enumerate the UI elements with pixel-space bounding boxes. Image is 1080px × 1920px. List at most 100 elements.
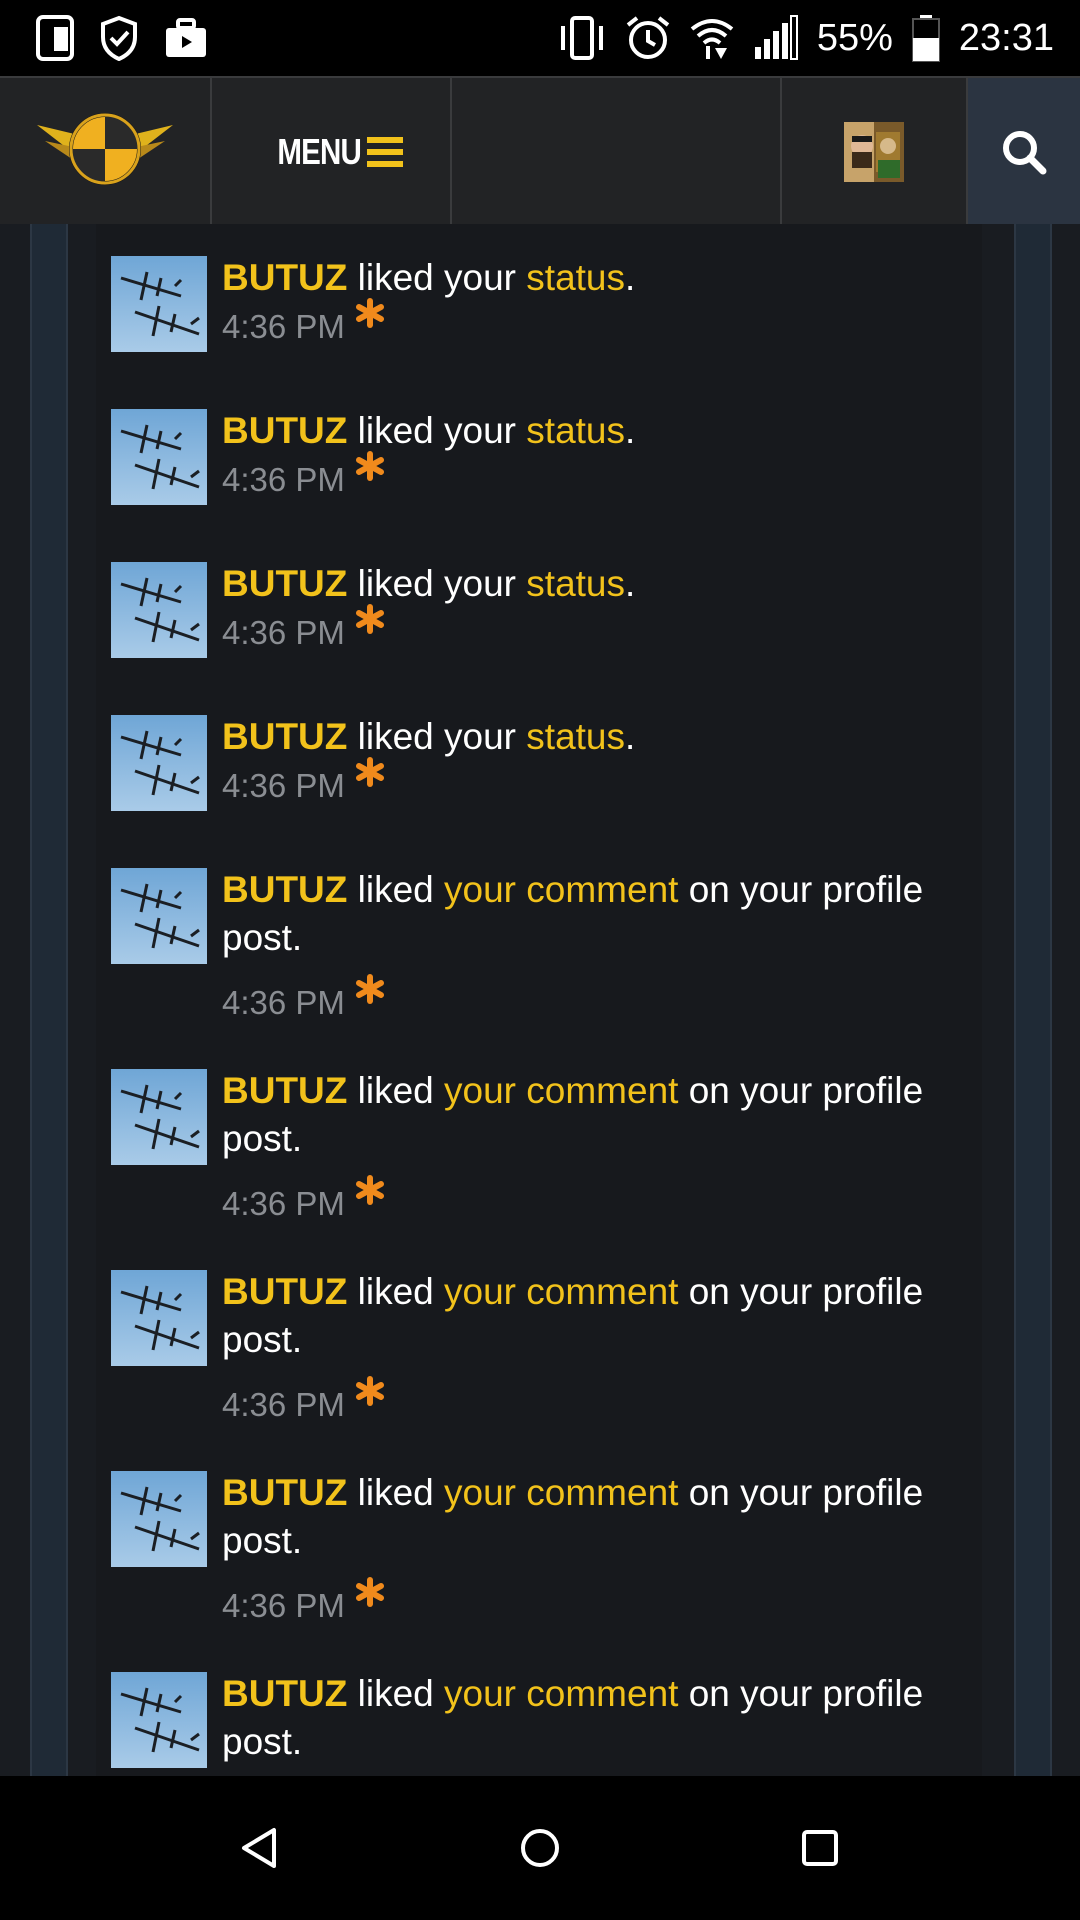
user-avatar[interactable] bbox=[111, 1471, 207, 1567]
notification-text: BUTUZ liked your status. bbox=[222, 560, 982, 608]
content-link[interactable]: status bbox=[526, 563, 625, 604]
suffix-text: . bbox=[625, 257, 636, 298]
battery-percent: 55% bbox=[816, 16, 893, 59]
notification-item[interactable]: BUTUZ liked your comment on your profile… bbox=[111, 850, 981, 1040]
prefix-text: your bbox=[444, 716, 527, 757]
timestamp: 4:36 PM bbox=[222, 461, 345, 498]
timestamp: 4:36 PM bbox=[222, 767, 345, 804]
shield-check-icon bbox=[100, 15, 138, 61]
action-text: liked bbox=[347, 716, 445, 757]
notification-text: BUTUZ liked your comment on your profile… bbox=[222, 1268, 982, 1364]
username-link[interactable]: BUTUZ bbox=[222, 1271, 347, 1312]
wifi-icon bbox=[689, 15, 735, 61]
notification-item[interactable]: BUTUZ liked your status. 4:36 PM bbox=[111, 238, 981, 378]
timestamp: 4:36 PM bbox=[222, 614, 345, 651]
timestamp: 4:36 PM bbox=[222, 308, 345, 345]
suffix-text: . bbox=[625, 716, 636, 757]
unread-star-icon bbox=[355, 1577, 385, 1607]
notification-text: BUTUZ liked your comment on your profile… bbox=[222, 1670, 982, 1766]
username-link[interactable]: BUTUZ bbox=[222, 716, 347, 757]
username-link[interactable]: BUTUZ bbox=[222, 257, 347, 298]
briefcase-icon bbox=[164, 17, 208, 59]
action-text: liked bbox=[347, 257, 445, 298]
notification-item[interactable]: BUTUZ liked your comment on your profile… bbox=[111, 1051, 981, 1241]
notification-text: BUTUZ liked your status. bbox=[222, 713, 982, 761]
unread-star-icon bbox=[355, 451, 385, 481]
user-avatar[interactable] bbox=[111, 1069, 207, 1165]
unread-star-icon bbox=[355, 1376, 385, 1406]
username-link[interactable]: BUTUZ bbox=[222, 1673, 347, 1714]
notification-text: BUTUZ liked your comment on your profile… bbox=[222, 866, 982, 962]
action-text: liked bbox=[347, 1271, 445, 1312]
left-rail bbox=[30, 224, 68, 1776]
notification-item[interactable]: BUTUZ liked your status. 4:36 PM bbox=[111, 544, 981, 684]
prefix-text: your bbox=[444, 563, 527, 604]
action-text: liked bbox=[347, 1472, 445, 1513]
content-link[interactable]: your comment bbox=[444, 1271, 678, 1312]
unread-star-icon bbox=[355, 757, 385, 787]
user-avatar[interactable] bbox=[111, 1270, 207, 1366]
notification-item[interactable]: BUTUZ liked your comment on your profile… bbox=[111, 1252, 981, 1442]
content-link[interactable]: status bbox=[526, 716, 625, 757]
username-link[interactable]: BUTUZ bbox=[222, 1070, 347, 1111]
user-avatar[interactable] bbox=[111, 868, 207, 964]
notification-text: BUTUZ liked your comment on your profile… bbox=[222, 1067, 982, 1163]
username-link[interactable]: BUTUZ bbox=[222, 563, 347, 604]
clock: 23:31 bbox=[958, 16, 1054, 59]
timestamp: 4:36 PM bbox=[222, 984, 345, 1021]
notification-text: BUTUZ liked your status. bbox=[222, 254, 982, 302]
header-spacer bbox=[452, 78, 782, 226]
unread-star-icon bbox=[355, 1175, 385, 1205]
site-logo[interactable] bbox=[0, 78, 212, 226]
content-link[interactable]: status bbox=[526, 257, 625, 298]
notification-item[interactable]: BUTUZ liked your status. 4:36 PM bbox=[111, 697, 981, 837]
suffix-text: . bbox=[625, 410, 636, 451]
action-text: liked bbox=[347, 1070, 445, 1111]
status-bar: 55% 23:31 bbox=[0, 0, 1080, 76]
username-link[interactable]: BUTUZ bbox=[222, 410, 347, 451]
unread-star-icon bbox=[355, 974, 385, 1004]
right-rail bbox=[1014, 224, 1052, 1776]
notification-list: BUTUZ liked your status. 4:36 PM BUTUZ li… bbox=[0, 224, 1080, 1776]
battery-icon bbox=[911, 14, 941, 62]
content-link[interactable]: your comment bbox=[444, 1472, 678, 1513]
signal-icon bbox=[753, 15, 799, 61]
home-icon[interactable] bbox=[510, 1818, 570, 1878]
unread-star-icon bbox=[355, 298, 385, 328]
search-button[interactable] bbox=[968, 78, 1080, 226]
alarm-icon bbox=[625, 15, 671, 61]
content-link[interactable]: your comment bbox=[444, 1673, 678, 1714]
timestamp: 4:36 PM bbox=[222, 1185, 345, 1222]
username-link[interactable]: BUTUZ bbox=[222, 869, 347, 910]
search-icon bbox=[1003, 131, 1047, 175]
prefix-text: your bbox=[444, 410, 527, 451]
notification-item[interactable]: BUTUZ liked your status. 4:36 PM bbox=[111, 391, 981, 531]
avatar[interactable] bbox=[782, 78, 968, 226]
user-avatar[interactable] bbox=[111, 409, 207, 505]
timestamp: 4:36 PM bbox=[222, 1587, 345, 1624]
notification-item[interactable]: BUTUZ liked your comment on your profile… bbox=[111, 1453, 981, 1643]
prefix-text: your bbox=[444, 257, 527, 298]
back-icon[interactable] bbox=[230, 1818, 290, 1878]
content-link[interactable]: status bbox=[526, 410, 625, 451]
notification-item[interactable]: BUTUZ liked your comment on your profile… bbox=[111, 1654, 981, 1776]
user-avatar[interactable] bbox=[111, 1672, 207, 1768]
notification-text: BUTUZ liked your comment on your profile… bbox=[222, 1469, 982, 1565]
user-avatar[interactable] bbox=[111, 256, 207, 352]
action-text: liked bbox=[347, 410, 445, 451]
nav-bar bbox=[0, 1776, 1080, 1920]
notification-text: BUTUZ liked your status. bbox=[222, 407, 982, 455]
action-text: liked bbox=[347, 1673, 445, 1714]
username-link[interactable]: BUTUZ bbox=[222, 1472, 347, 1513]
action-text: liked bbox=[347, 563, 445, 604]
unread-star-icon bbox=[355, 604, 385, 634]
user-avatar[interactable] bbox=[111, 715, 207, 811]
content-link[interactable]: your comment bbox=[444, 1070, 678, 1111]
device-icon bbox=[36, 15, 74, 61]
site-header: MENU bbox=[0, 76, 1080, 226]
timestamp: 4:36 PM bbox=[222, 1386, 345, 1423]
menu-button[interactable]: MENU bbox=[212, 78, 452, 226]
user-avatar[interactable] bbox=[111, 562, 207, 658]
recents-icon[interactable] bbox=[790, 1818, 850, 1878]
content-link[interactable]: your comment bbox=[444, 869, 678, 910]
